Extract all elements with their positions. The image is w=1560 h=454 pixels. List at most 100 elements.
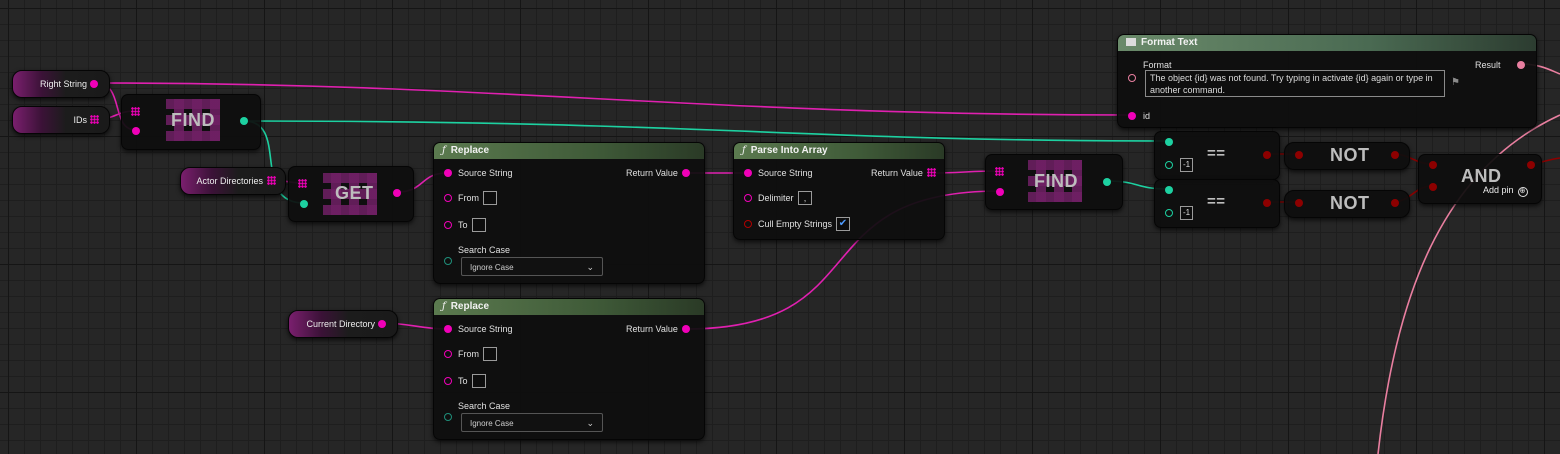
wire-find-to-equal-1 (243, 120, 1169, 142)
format-text-input[interactable]: The object {id} was not found. Try typin… (1145, 70, 1445, 97)
replace-node-2-header: ƒ Replace (434, 299, 704, 315)
and-b-pin[interactable] (1429, 183, 1437, 191)
replace-1-search-case-dropdown[interactable]: Ignore Case ⌄ (461, 257, 603, 276)
equal-2-a-pin[interactable] (1165, 186, 1173, 194)
not-1-in-pin[interactable] (1295, 151, 1303, 159)
parse-return-label: Return Value (871, 168, 923, 178)
equal-1-b-input[interactable]: -1 (1180, 158, 1194, 172)
and-node[interactable]: AND Add pin ⊕ (1418, 154, 1542, 204)
equal-1-out-pin[interactable] (1263, 151, 1271, 159)
equal-2-b-pin[interactable] (1165, 209, 1173, 217)
get-node-label: GET (335, 183, 374, 203)
parse-source-pin[interactable] (744, 169, 752, 177)
find-1-out-pin[interactable] (240, 117, 248, 125)
replace-node-1-header: ƒ Replace (434, 143, 704, 159)
replace-node-1[interactable]: ƒ Replace Source String Return Value From… (433, 142, 705, 284)
ids-out-pin[interactable] (90, 115, 99, 124)
and-label: AND (1461, 166, 1502, 186)
replace-2-from-pin[interactable] (444, 350, 452, 358)
replace-1-source-label: Source String (458, 168, 513, 178)
and-out-pin[interactable] (1527, 161, 1535, 169)
format-text-header: Format Text (1118, 35, 1536, 51)
equal-2-op: == (1207, 193, 1226, 210)
get-node[interactable]: GET (288, 166, 414, 222)
parse-cull-checkbox[interactable]: ✔ (836, 217, 850, 231)
equal-node-1[interactable]: -1 == (1154, 131, 1280, 180)
current-directory-out-pin[interactable] (378, 320, 386, 328)
find-2-item-pin[interactable] (996, 188, 1004, 196)
equal-node-2[interactable]: -1 == (1154, 179, 1280, 228)
not-2-in-pin[interactable] (1295, 199, 1303, 207)
replace-node-2[interactable]: ƒ Replace Source String Return Value From… (433, 298, 705, 440)
replace-1-search-case-value: Ignore Case (470, 263, 514, 272)
equal-2-out-pin[interactable] (1263, 199, 1271, 207)
replace-1-from-input[interactable] (483, 191, 497, 205)
get-array-pin[interactable] (298, 179, 307, 188)
replace-1-to-pin[interactable] (444, 221, 452, 229)
add-pin-button[interactable]: Add pin ⊕ (1483, 185, 1528, 197)
parse-cull-pin[interactable] (744, 220, 752, 228)
replace-2-return-label: Return Value (626, 324, 678, 334)
add-pin-icon: ⊕ (1517, 187, 1528, 197)
replace-2-to-input[interactable] (472, 374, 486, 388)
replace-node-1-title: Replace (450, 145, 490, 156)
format-text-title: Format Text (1141, 37, 1198, 48)
find-node-2[interactable]: FIND (985, 154, 1123, 210)
actor-directories-out-pin[interactable] (267, 176, 276, 185)
var-ids[interactable]: IDs (12, 106, 110, 134)
replace-2-search-case-value: Ignore Case (470, 419, 514, 428)
replace-2-return-pin[interactable] (682, 325, 690, 333)
right-string-out-pin[interactable] (90, 80, 98, 88)
replace-1-from-label: From (458, 193, 479, 203)
replace-1-from-pin[interactable] (444, 194, 452, 202)
parse-into-array-node[interactable]: ƒ Parse Into Array Source String Return V… (733, 142, 945, 240)
find-1-item-pin[interactable] (132, 127, 140, 135)
replace-1-return-pin[interactable] (682, 169, 690, 177)
chevron-down-icon: ⌄ (586, 418, 594, 428)
find-1-array-pin[interactable] (131, 107, 140, 116)
replace-1-source-pin[interactable] (444, 169, 452, 177)
and-a-pin[interactable] (1429, 161, 1437, 169)
text-icon (1126, 38, 1136, 46)
var-right-string[interactable]: Right String (12, 70, 110, 98)
equal-1-b-pin[interactable] (1165, 161, 1173, 169)
replace-2-from-input[interactable] (483, 347, 497, 361)
parse-node-header: ƒ Parse Into Array (734, 143, 944, 159)
parse-delimiter-input[interactable]: , (798, 191, 812, 205)
var-ids-label: IDs (73, 115, 88, 125)
find-node-1-label: FIND (171, 110, 215, 130)
replace-2-search-case-dropdown[interactable]: Ignore Case ⌄ (461, 413, 603, 432)
format-text-node[interactable]: Format Text Format The object {id} was n… (1117, 34, 1537, 128)
replace-1-search-case-pin[interactable] (444, 257, 452, 265)
not-2-label: NOT (1330, 193, 1370, 213)
var-current-directory[interactable]: Current Directory (288, 310, 398, 338)
format-id-label: id (1143, 111, 1151, 121)
get-index-pin[interactable] (300, 200, 308, 208)
replace-2-to-pin[interactable] (444, 377, 452, 385)
not-node-2[interactable]: NOT (1284, 190, 1410, 218)
find-2-out-pin[interactable] (1103, 178, 1111, 186)
equal-2-b-input[interactable]: -1 (1180, 206, 1194, 220)
not-1-out-pin[interactable] (1391, 151, 1399, 159)
replace-2-source-pin[interactable] (444, 325, 452, 333)
function-icon: ƒ (442, 301, 446, 312)
parse-return-pin[interactable] (927, 168, 936, 177)
replace-1-to-input[interactable] (472, 218, 486, 232)
var-actor-directories[interactable]: Actor Directories (180, 167, 286, 195)
replace-2-search-case-pin[interactable] (444, 413, 452, 421)
find-node-2-label: FIND (1034, 171, 1078, 191)
not-2-out-pin[interactable] (1391, 199, 1399, 207)
replace-1-search-case-label: Search Case (458, 245, 511, 255)
format-result-pin[interactable] (1517, 61, 1525, 69)
parse-delimiter-label: Delimiter (758, 193, 794, 203)
replace-2-to-label: To (458, 376, 468, 386)
flag-icon[interactable]: ⚑ (1451, 78, 1460, 88)
parse-delimiter-pin[interactable] (744, 194, 752, 202)
find-2-array-pin[interactable] (995, 167, 1004, 176)
format-id-pin[interactable] (1128, 112, 1136, 120)
get-out-pin[interactable] (393, 189, 401, 197)
not-node-1[interactable]: NOT (1284, 142, 1410, 170)
find-node-1[interactable]: FIND (121, 94, 261, 150)
equal-1-a-pin[interactable] (1165, 138, 1173, 146)
format-in-pin[interactable] (1128, 74, 1136, 82)
